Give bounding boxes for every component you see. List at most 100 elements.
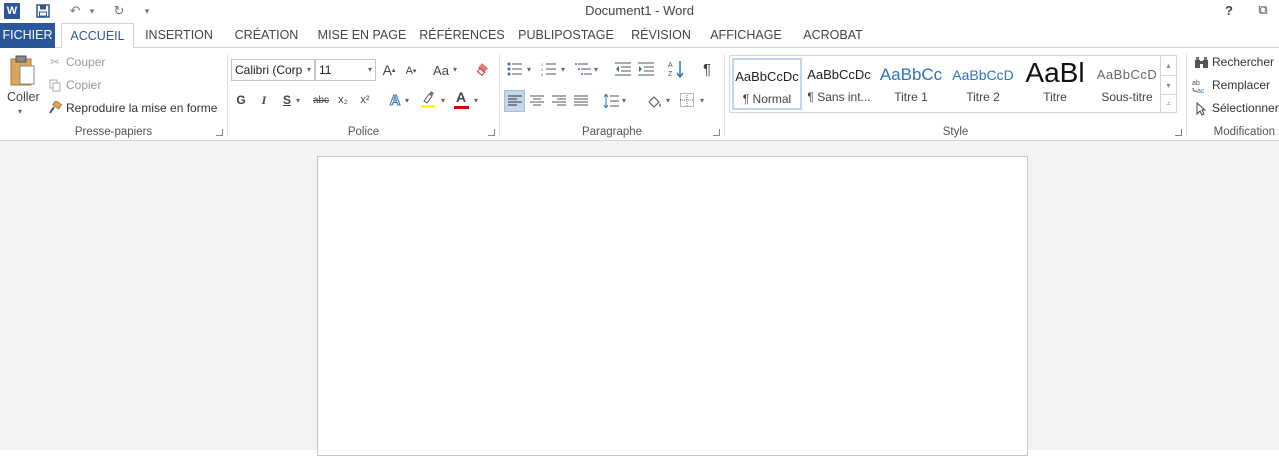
gallery-scroll-up-icon[interactable]: ▴	[1160, 56, 1176, 75]
clear-formatting-icon[interactable]	[474, 61, 492, 79]
font-size-value: 11	[319, 63, 332, 77]
style-label: ¶ Sans int...	[807, 90, 871, 104]
shading-icon[interactable]	[645, 90, 663, 112]
format-painter-icon[interactable]	[48, 101, 62, 115]
tab-insert[interactable]: INSERTION	[139, 23, 219, 48]
paste-dropdown-icon[interactable]: ▾	[18, 107, 22, 116]
styles-gallery: AaBbCcDc ¶ Normal AaBbCcDc ¶ Sans int...…	[729, 55, 1177, 113]
tab-references[interactable]: RÉFÉRENCES	[418, 23, 506, 48]
sort-icon[interactable]: AZ	[668, 60, 684, 78]
shading-dropdown-icon[interactable]: ▾	[666, 96, 670, 105]
line-spacing-icon[interactable]	[602, 90, 619, 112]
cut-icon[interactable]: ✂	[48, 55, 62, 69]
show-formatting-marks-icon[interactable]: ¶	[700, 60, 714, 78]
strikethrough-button[interactable]: abc	[310, 92, 332, 108]
borders-dropdown-icon[interactable]: ▾	[700, 96, 704, 105]
grow-font-icon[interactable]: A ▴	[381, 61, 397, 79]
multilevel-list-dropdown-icon[interactable]: ▾	[594, 65, 598, 74]
document-page[interactable]	[317, 156, 1028, 456]
format-painter-button[interactable]: Reproduire la mise en forme	[66, 101, 217, 115]
gallery-more-icon[interactable]: ⩡	[1160, 94, 1176, 113]
style-label: Titre 2	[966, 90, 1000, 104]
style-subtitle[interactable]: AaBbCcD Sous-titre	[1092, 58, 1162, 110]
font-name-combo[interactable]: Calibri (Corp ▾	[231, 59, 315, 81]
tab-file[interactable]: FICHIER	[0, 23, 55, 48]
italic-button[interactable]: I	[257, 92, 271, 108]
align-left-button[interactable]	[504, 90, 525, 112]
editing-group-label: Modification	[1213, 126, 1275, 138]
style-heading-2[interactable]: AaBbCcD Titre 2	[948, 58, 1018, 110]
text-effects-dropdown-icon[interactable]: ▾	[405, 96, 409, 105]
align-center-button[interactable]	[528, 90, 545, 112]
style-heading-1[interactable]: AaBbCc Titre 1	[876, 58, 946, 110]
font-group-label: Police	[347, 126, 380, 138]
subscript-button[interactable]: x₂	[335, 92, 351, 108]
tab-view[interactable]: AFFICHAGE	[704, 23, 788, 48]
style-label: Titre 1	[894, 90, 928, 104]
bullets-icon[interactable]	[506, 61, 522, 77]
font-color-dropdown-icon[interactable]: ▾	[474, 96, 478, 105]
tab-home[interactable]: ACCUEIL	[61, 23, 134, 49]
window-controls: ? ⧉	[1219, 2, 1273, 18]
style-no-spacing[interactable]: AaBbCcDc ¶ Sans int...	[804, 58, 874, 110]
decrease-indent-icon[interactable]	[615, 61, 631, 77]
tab-mailings[interactable]: PUBLIPOSTAGE	[514, 23, 618, 48]
paste-button-label[interactable]: Coller	[7, 90, 40, 104]
line-spacing-dropdown-icon[interactable]: ▾	[622, 96, 626, 105]
tab-layout[interactable]: MISE EN PAGE	[314, 23, 410, 48]
justify-button[interactable]	[572, 90, 589, 112]
cut-button[interactable]: Couper	[66, 55, 105, 69]
clipboard-dialog-launcher-icon[interactable]	[216, 129, 223, 136]
binoculars-icon[interactable]	[1193, 56, 1209, 70]
gallery-scroll-down-icon[interactable]: ▾	[1160, 75, 1176, 94]
text-effects-icon[interactable]: A	[387, 91, 403, 109]
underline-button[interactable]: S	[280, 92, 294, 108]
find-button[interactable]: Rechercher	[1212, 55, 1274, 69]
title-bar: W ↶ ▾ ↻ ▾ Document1 - Word ? ⧉	[0, 0, 1279, 22]
font-size-combo[interactable]: 11 ▾	[315, 59, 376, 81]
bold-button[interactable]: G	[234, 92, 248, 108]
select-cursor-icon[interactable]	[1194, 101, 1208, 117]
multilevel-list-icon[interactable]	[574, 61, 592, 77]
superscript-button[interactable]: x²	[357, 92, 373, 108]
clipboard-group: Coller ▾ ✂ Couper Copier Reproduire la m…	[0, 48, 227, 141]
style-preview: AaBbCcD	[952, 67, 1014, 83]
style-title[interactable]: AaBl Titre	[1020, 58, 1090, 110]
numbering-dropdown-icon[interactable]: ▾	[561, 65, 565, 74]
chevron-down-icon: ▾	[367, 65, 372, 74]
select-button[interactable]: Sélectionner	[1212, 101, 1279, 115]
underline-dropdown-icon[interactable]: ▾	[296, 96, 300, 105]
tab-acrobat[interactable]: ACROBAT	[796, 23, 870, 48]
style-preview: AaBbCc	[879, 65, 943, 84]
highlight-icon[interactable]	[419, 91, 437, 109]
replace-icon[interactable]: ab ac	[1192, 78, 1210, 94]
paste-icon[interactable]	[8, 54, 38, 88]
tab-design[interactable]: CRÉATION	[227, 23, 306, 48]
copy-button[interactable]: Copier	[66, 78, 101, 92]
style-normal[interactable]: AaBbCcDc ¶ Normal	[732, 58, 802, 110]
shrink-font-icon[interactable]: A ▾	[404, 63, 418, 79]
help-icon[interactable]: ?	[1219, 2, 1239, 18]
ribbon-display-options-icon[interactable]: ⧉	[1253, 2, 1273, 18]
font-color-icon[interactable]: A	[453, 90, 469, 109]
styles-dialog-launcher-icon[interactable]	[1175, 129, 1182, 136]
align-right-button[interactable]	[550, 90, 567, 112]
font-dialog-launcher-icon[interactable]	[488, 129, 495, 136]
change-case-icon[interactable]: Aa	[431, 61, 451, 79]
bullets-dropdown-icon[interactable]: ▾	[527, 65, 531, 74]
change-case-dropdown-icon[interactable]: ▾	[453, 65, 457, 74]
styles-group-label: Style	[942, 126, 969, 138]
tab-review[interactable]: RÉVISION	[626, 23, 696, 48]
increase-indent-icon[interactable]	[638, 61, 654, 77]
copy-icon[interactable]	[48, 78, 62, 92]
ribbon-tabs: FICHIER ACCUEIL INSERTION CRÉATION MISE …	[0, 23, 1279, 49]
ribbon: Coller ▾ ✂ Couper Copier Reproduire la m…	[0, 48, 1279, 141]
replace-button[interactable]: Remplacer	[1212, 78, 1270, 92]
highlight-dropdown-icon[interactable]: ▾	[441, 96, 445, 105]
numbering-icon[interactable]: 123	[540, 61, 556, 77]
borders-icon[interactable]	[679, 91, 695, 109]
style-preview: AaBbCcD	[1096, 67, 1158, 82]
style-preview: AaBbCcDc	[735, 69, 799, 84]
paragraph-dialog-launcher-icon[interactable]	[713, 129, 720, 136]
svg-text:ac: ac	[1197, 88, 1205, 94]
